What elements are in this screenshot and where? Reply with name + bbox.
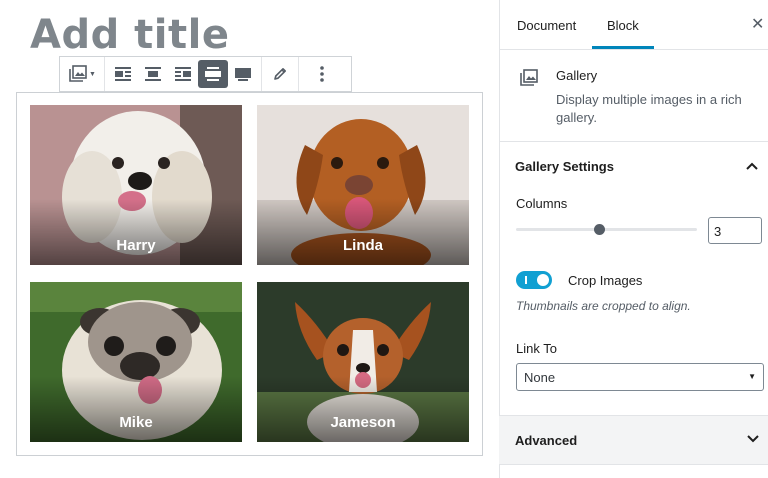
align-wide-icon <box>205 67 221 81</box>
columns-slider-thumb[interactable] <box>594 224 606 235</box>
gallery-settings-toggle[interactable]: Gallery Settings <box>499 159 767 179</box>
align-center-icon <box>145 67 161 81</box>
align-left-icon <box>115 67 131 81</box>
columns-number-input[interactable]: 3 <box>708 217 762 244</box>
gallery-caption[interactable]: Mike <box>30 376 242 442</box>
gallery-image-linda[interactable]: Linda <box>257 105 469 265</box>
block-card-title: Gallery <box>556 68 598 83</box>
block-card-description: Display multiple images in a rich galler… <box>556 92 742 125</box>
columns-slider[interactable] <box>516 228 697 231</box>
edit-group <box>262 57 299 91</box>
link-to-selected-value: None <box>524 370 556 385</box>
editor-canvas: Add title ▼ Harry Linda Mike Jameson <box>0 0 499 478</box>
gallery-image-jameson[interactable]: Jameson <box>257 282 469 442</box>
gallery-block-icon <box>68 64 88 84</box>
gallery-caption[interactable]: Jameson <box>257 376 469 442</box>
gallery-image-harry[interactable]: Harry <box>30 105 242 265</box>
chevron-down-icon <box>746 431 760 450</box>
edit-pencil-icon <box>274 68 286 80</box>
edit-gallery-button[interactable] <box>265 60 295 88</box>
more-group <box>299 57 345 91</box>
block-switcher-group: ▼ <box>60 57 105 91</box>
crop-images-label: Crop Images <box>568 273 643 288</box>
align-full-icon <box>235 68 251 81</box>
chevron-up-icon <box>745 159 759 176</box>
gallery-caption[interactable]: Linda <box>257 199 469 265</box>
columns-label: Columns <box>516 196 568 211</box>
alignment-group <box>105 57 262 91</box>
block-toolbar: ▼ <box>59 56 352 92</box>
more-options-button[interactable] <box>302 60 342 88</box>
chevron-down-icon: ▼ <box>748 372 756 381</box>
align-left-button[interactable] <box>108 60 138 88</box>
sidebar-content: Gallery Display multiple images in a ric… <box>499 0 768 478</box>
align-full-button[interactable] <box>228 60 258 88</box>
crop-images-help: Thumbnails are cropped to align. <box>516 299 691 313</box>
link-to-select[interactable]: None ▼ <box>516 363 764 391</box>
gallery-settings-title: Gallery Settings <box>515 159 614 174</box>
divider <box>499 464 768 465</box>
post-title-input[interactable]: Add title <box>30 12 229 58</box>
toggle-knob <box>537 274 549 286</box>
link-to-label: Link To <box>516 341 557 356</box>
gallery-caption[interactable]: Harry <box>30 199 242 265</box>
more-options-icon <box>320 66 324 82</box>
toggle-on-indicator <box>525 276 527 284</box>
gallery-icon <box>519 68 539 93</box>
advanced-title: Advanced <box>515 433 578 448</box>
chevron-down-icon: ▼ <box>89 70 96 78</box>
align-wide-button[interactable] <box>198 60 228 88</box>
align-right-icon <box>175 67 191 81</box>
crop-images-toggle[interactable] <box>516 271 552 289</box>
align-right-button[interactable] <box>168 60 198 88</box>
gallery-image-mike[interactable]: Mike <box>30 282 242 442</box>
block-switcher-button[interactable]: ▼ <box>63 60 101 88</box>
align-center-button[interactable] <box>138 60 168 88</box>
advanced-panel[interactable]: Advanced <box>499 416 768 464</box>
divider <box>499 141 768 142</box>
